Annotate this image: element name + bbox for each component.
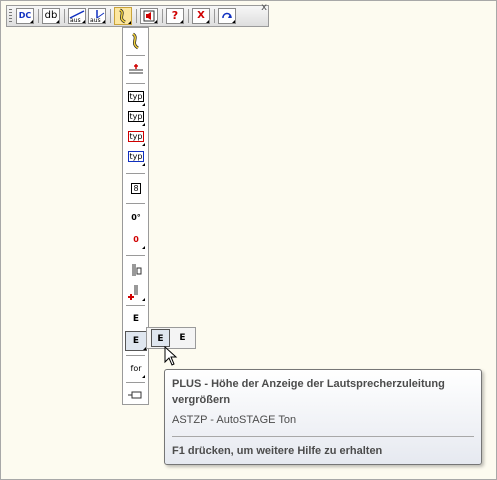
flyout-speaker-cable-button[interactable] xyxy=(127,32,145,50)
toolbar-grip[interactable] xyxy=(9,9,12,23)
flyout-separator xyxy=(126,173,145,174)
toolbar-separator xyxy=(162,9,163,23)
help-button[interactable]: ? xyxy=(166,8,184,24)
toolbar-separator xyxy=(188,9,189,23)
for-button[interactable]: for xyxy=(127,360,145,378)
bar-e-button[interactable]: E xyxy=(127,310,145,328)
tooltip: PLUS - Höhe der Anzeige der Lautsprecher… xyxy=(164,369,482,465)
db-button[interactable]: db xyxy=(42,8,60,24)
aus-label: aus xyxy=(90,17,101,24)
copy-icon: 8 xyxy=(131,183,141,194)
speaker-cable-icon xyxy=(131,32,139,50)
for-icon: for xyxy=(130,364,142,373)
flyout-separator xyxy=(126,203,145,204)
mouse-cursor-icon xyxy=(164,346,178,366)
tooltip-help-hint: F1 drücken, um weitere Hilfe zu erhalten xyxy=(172,445,383,457)
refresh-button[interactable] xyxy=(218,8,236,24)
bar-small-icon xyxy=(132,264,142,276)
tooltip-title: PLUS - Höhe der Anzeige der Lautsprecher… xyxy=(172,378,445,406)
bar-plus-button[interactable] xyxy=(127,283,145,301)
flyout-separator xyxy=(126,83,145,84)
speaker-button[interactable] xyxy=(140,8,158,24)
dc-button[interactable]: DC xyxy=(16,8,34,24)
angle-zero-icon: 0° xyxy=(131,213,141,222)
help-icon: ? xyxy=(171,9,179,22)
bar-e-plus-sub-button[interactable]: E xyxy=(151,329,170,347)
copy-button[interactable]: 8 xyxy=(127,180,145,198)
flyout-separator xyxy=(126,55,145,56)
speaker-cable-flyout: typ typ typ typ 8 0° 0 E E for xyxy=(122,27,149,405)
typ-add-red-icon: typ xyxy=(127,131,145,142)
angle-plus-icon: 0 xyxy=(133,235,139,244)
split-line-button[interactable] xyxy=(127,61,145,79)
typ-button[interactable]: typ xyxy=(127,88,145,106)
toolbar-separator xyxy=(38,9,39,23)
toolbar-separator xyxy=(136,9,137,23)
toolbar-separator xyxy=(110,9,111,23)
bar-e-plus-icon: E xyxy=(157,334,164,344)
tooltip-command: ASTZP - AutoSTAGE Ton xyxy=(172,414,297,426)
connector-button[interactable] xyxy=(127,386,145,404)
split-line-icon xyxy=(129,64,143,74)
bar-e-minus-icon: E xyxy=(179,333,186,343)
typ-add-blue-button[interactable]: typ xyxy=(127,148,145,166)
bar-e-plus-icon: E xyxy=(132,336,140,346)
delete-button[interactable]: X xyxy=(192,8,210,24)
tooltip-divider xyxy=(172,436,474,437)
typ-add-blue-icon: typ xyxy=(127,151,145,162)
bar-small-button[interactable] xyxy=(127,261,145,279)
flyout-separator xyxy=(126,355,145,356)
typ-icon: typ xyxy=(127,91,145,102)
aus-line-button[interactable]: aus xyxy=(68,8,86,24)
astzp-toolbar: DC db aus aus ? X x xyxy=(6,3,269,27)
typ-add-button[interactable]: typ xyxy=(127,108,145,126)
toolbar-separator xyxy=(214,9,215,23)
flyout-separator xyxy=(126,255,145,256)
flyout-separator xyxy=(126,305,145,306)
speaker-cable-button[interactable] xyxy=(114,7,132,25)
connector-icon xyxy=(128,391,142,399)
bar-e-minus-sub-button[interactable]: E xyxy=(173,329,192,347)
aus-angle-button[interactable]: aus xyxy=(88,8,106,24)
typ-add-red-button[interactable]: typ xyxy=(127,128,145,146)
flyout-separator xyxy=(126,382,145,383)
aus-label: aus xyxy=(70,17,81,24)
typ-add-icon: typ xyxy=(127,111,145,122)
bar-e-plus-button[interactable]: E xyxy=(125,331,147,351)
angle-zero-button[interactable]: 0° xyxy=(127,209,145,227)
angle-plus-button[interactable]: 0 xyxy=(127,231,145,249)
delete-icon: X xyxy=(197,10,205,21)
bar-e-icon: E xyxy=(132,314,140,324)
close-icon[interactable]: x xyxy=(261,3,267,13)
toolbar-separator xyxy=(64,9,65,23)
dc-icon: DC xyxy=(18,11,32,20)
